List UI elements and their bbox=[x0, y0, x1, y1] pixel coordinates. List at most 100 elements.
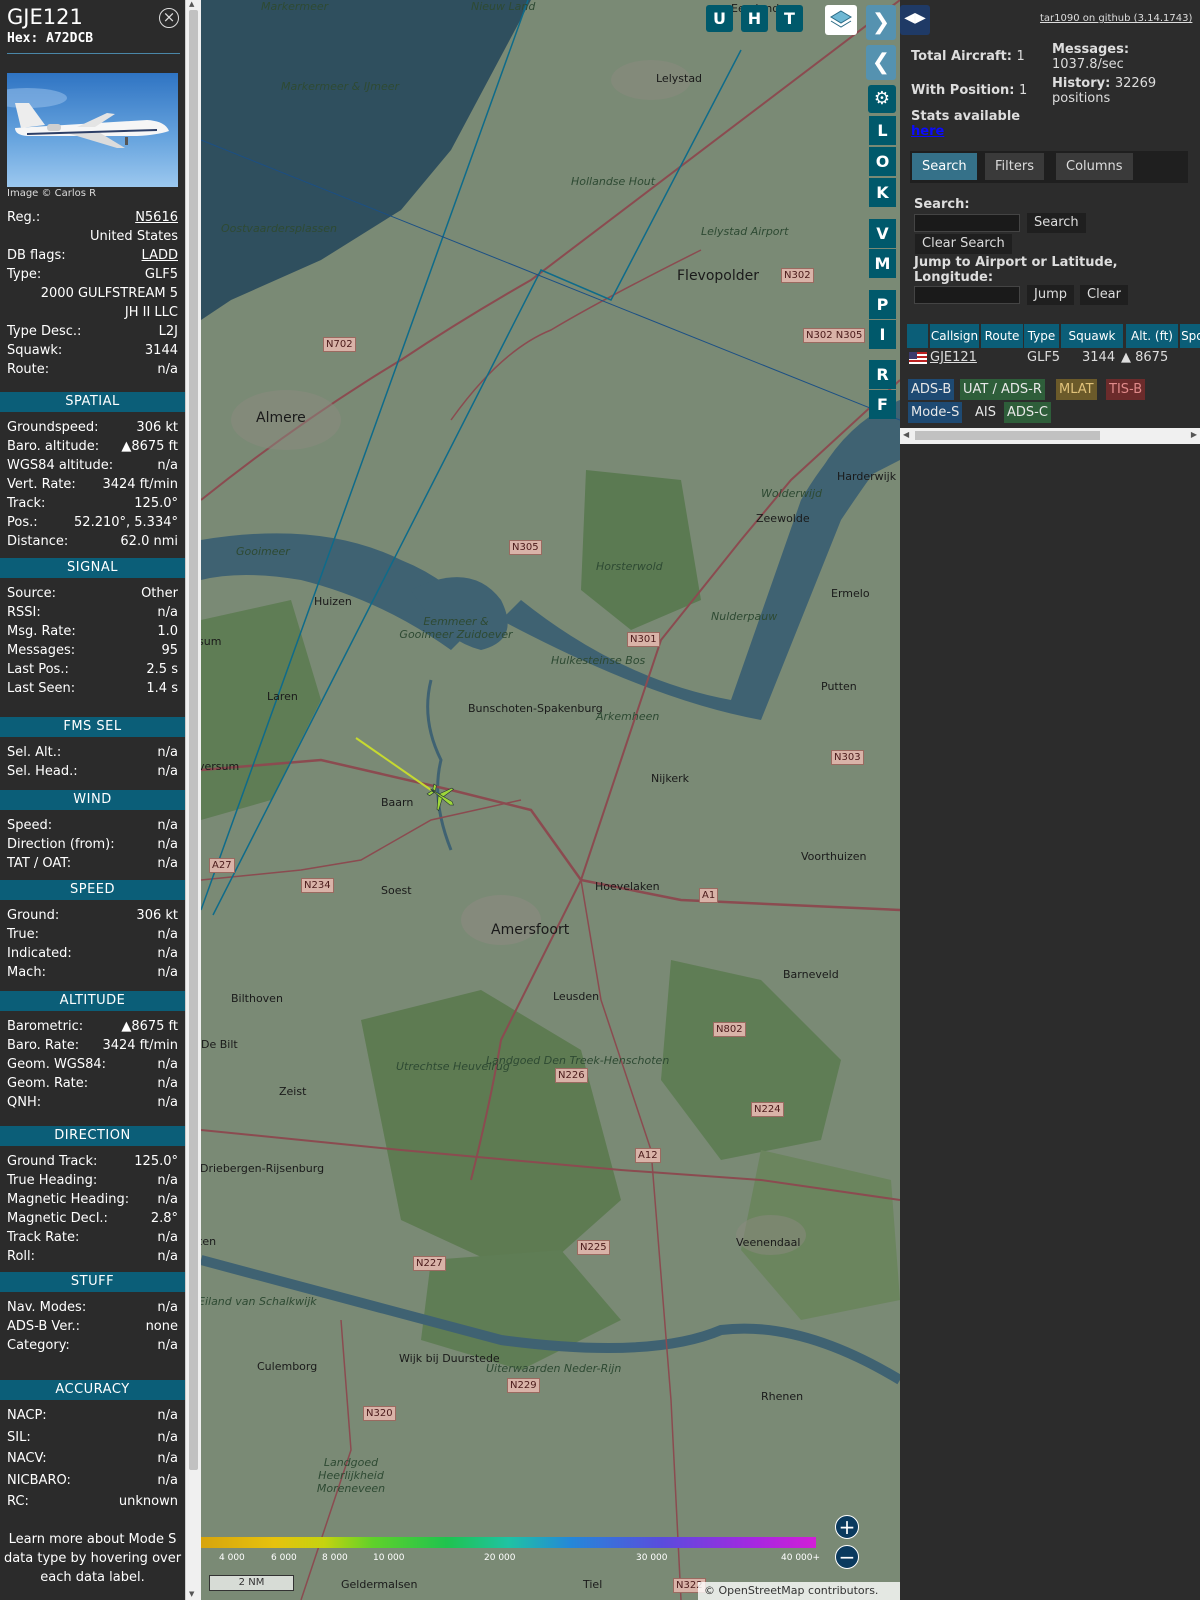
map-button-f[interactable]: F bbox=[869, 390, 896, 419]
table-header-callsign[interactable]: Callsign bbox=[930, 324, 979, 348]
info-row-label: Groundspeed: bbox=[7, 420, 99, 435]
map-road-label: N227 bbox=[413, 1256, 446, 1271]
info-row: NACV: n/a bbox=[7, 1449, 178, 1468]
map-place-label: Zeewolde bbox=[756, 512, 810, 525]
scale-bar: 2 NM bbox=[209, 1575, 294, 1591]
map-button-m[interactable]: M bbox=[869, 249, 896, 278]
info-row-label: Geom. WGS84: bbox=[7, 1057, 107, 1072]
source-badge-ais[interactable]: AIS bbox=[972, 402, 999, 423]
info-row-value: 3424 ft/min bbox=[102, 1038, 178, 1053]
layers-icon[interactable] bbox=[825, 5, 857, 35]
section-header-fms-sel[interactable]: FMS SEL bbox=[0, 717, 185, 737]
section-header-spatial[interactable]: SPATIAL bbox=[0, 392, 185, 412]
section-header-signal[interactable]: SIGNAL bbox=[0, 558, 185, 578]
map-place-label: Baarn bbox=[381, 796, 414, 809]
zoom-out-button[interactable]: − bbox=[835, 1545, 859, 1569]
info-row-label: Geom. Rate: bbox=[7, 1076, 89, 1091]
source-badge-uat-ads-r[interactable]: UAT / ADS-R bbox=[960, 379, 1045, 400]
map-road-label: N301 bbox=[627, 632, 660, 647]
collapse-left-icon[interactable]: ❮ bbox=[866, 45, 896, 80]
scrollbar-thumb[interactable] bbox=[189, 10, 198, 1470]
search-button[interactable]: Search bbox=[1027, 213, 1086, 233]
jump-input[interactable] bbox=[914, 286, 1020, 304]
table-header-type[interactable]: Type bbox=[1024, 324, 1059, 348]
aircraft-photo[interactable] bbox=[7, 73, 178, 187]
map-place-label: Almere bbox=[256, 410, 306, 426]
info-row-label: Messages: bbox=[7, 643, 76, 658]
info-row-value: United States bbox=[89, 229, 178, 244]
version-link[interactable]: tar1090 on github (3.14.1743) bbox=[1040, 13, 1192, 24]
map-road-label: A1 bbox=[699, 888, 719, 903]
map-view[interactable]: Markermeer & IJmeer Lelystad Almere Flevopo… bbox=[201, 0, 900, 1600]
map-button-u[interactable]: U bbox=[706, 5, 733, 32]
close-icon[interactable]: × bbox=[159, 8, 179, 28]
expand-right-icon[interactable]: ❯ bbox=[866, 5, 896, 40]
search-input[interactable] bbox=[914, 214, 1020, 232]
map-place-label: Huizen bbox=[314, 595, 352, 608]
source-badge-mode-s[interactable]: Mode-S bbox=[908, 402, 963, 423]
scroll-up-icon[interactable]: ▲ bbox=[189, 0, 194, 8]
info-row-label: Indicated: bbox=[7, 946, 72, 961]
info-row: Roll: n/a bbox=[7, 1247, 178, 1266]
scroll-down-icon[interactable]: ▼ bbox=[189, 1590, 194, 1598]
source-badge-mlat[interactable]: MLAT bbox=[1056, 379, 1097, 400]
stats-here-link[interactable]: here bbox=[911, 124, 944, 139]
settings-gear-icon[interactable]: ⚙ bbox=[868, 85, 896, 113]
map-button-k[interactable]: K bbox=[869, 178, 896, 207]
hscroll-thumb[interactable] bbox=[915, 431, 1100, 440]
image-credit[interactable]: Image © Carlos R bbox=[7, 188, 96, 199]
aircraft-marker-icon[interactable] bbox=[425, 782, 459, 812]
table-hscroll[interactable]: ◀ ▶ bbox=[900, 428, 1200, 444]
section-header-accuracy[interactable]: ACCURACY bbox=[0, 1380, 185, 1400]
map-button-l[interactable]: L bbox=[869, 116, 896, 145]
clear-jump-button[interactable]: Clear bbox=[1080, 285, 1128, 305]
info-row-value: JH II LLC bbox=[124, 305, 178, 320]
cell-type: GLF5 bbox=[1027, 350, 1061, 365]
section-header-direction[interactable]: DIRECTION bbox=[0, 1126, 185, 1146]
table-row[interactable]: GJE121 GLF5 3144 ▲ 8675 bbox=[907, 348, 1200, 368]
tab-filters[interactable]: Filters bbox=[985, 153, 1044, 180]
tab-search[interactable]: Search bbox=[912, 153, 977, 180]
table-header-spd[interactable]: Spd bbox=[1180, 324, 1200, 348]
info-row: Speed: n/a bbox=[7, 816, 178, 835]
left-panel-scrollbar[interactable]: ▲ ▼ bbox=[185, 0, 201, 1600]
info-row-value: Other bbox=[141, 586, 178, 601]
map-button-p[interactable]: P bbox=[869, 290, 896, 319]
info-row-value[interactable]: LADD bbox=[142, 246, 178, 265]
info-row: Pos.: 52.210°, 5.334° bbox=[7, 513, 178, 532]
section-header-wind[interactable]: WIND bbox=[0, 790, 185, 810]
source-badge-tis-b[interactable]: TIS-B bbox=[1106, 379, 1146, 400]
clear-search-button[interactable]: Clear Search bbox=[915, 234, 1012, 254]
info-row-value[interactable]: N5616 bbox=[135, 208, 178, 227]
map-button-v[interactable]: V bbox=[869, 219, 896, 248]
map-place-label: Zeist bbox=[279, 1085, 307, 1098]
section-header-stuff[interactable]: STUFF bbox=[0, 1272, 185, 1292]
map-button-i[interactable]: I bbox=[869, 320, 896, 349]
info-row-value: n/a bbox=[157, 1076, 178, 1091]
scroll-right-icon[interactable]: ▶ bbox=[1191, 430, 1197, 439]
map-road-label: N225 bbox=[577, 1240, 610, 1255]
section-header-altitude[interactable]: ALTITUDE bbox=[0, 991, 185, 1011]
map-button-t[interactable]: T bbox=[776, 5, 803, 32]
attribution-link[interactable]: OpenStreetMap bbox=[719, 1584, 805, 1597]
cell-callsign[interactable]: GJE121 bbox=[930, 348, 977, 368]
search-label: Search: bbox=[914, 197, 970, 212]
source-badge-ads-b[interactable]: ADS-B bbox=[908, 379, 955, 400]
table-header-squawk[interactable]: Squawk bbox=[1061, 324, 1123, 348]
table-header-alt-ft[interactable]: Alt. (ft) bbox=[1126, 324, 1178, 348]
map-button-r[interactable]: R bbox=[869, 360, 896, 389]
aircraft-info-panel: GJE121 Hex: A72DCB × Image © Carlos R Re… bbox=[0, 0, 185, 1600]
table-header-route[interactable]: Route bbox=[981, 324, 1023, 348]
info-row-value: n/a bbox=[157, 1338, 178, 1353]
info-row: Ground: 306 kt bbox=[7, 906, 178, 925]
scroll-left-icon[interactable]: ◀ bbox=[903, 430, 909, 439]
jump-button[interactable]: Jump bbox=[1027, 285, 1074, 305]
toggle-panel-icon[interactable]: ◀▶ bbox=[900, 5, 930, 35]
map-button-o[interactable]: O bbox=[869, 147, 896, 176]
tab-columns[interactable]: Columns bbox=[1056, 153, 1133, 180]
zoom-in-button[interactable]: + bbox=[835, 1515, 859, 1539]
table-header-flag[interactable] bbox=[907, 324, 928, 348]
map-button-h[interactable]: H bbox=[741, 5, 768, 32]
section-header-speed[interactable]: SPEED bbox=[0, 880, 185, 900]
source-badge-ads-c[interactable]: ADS-C bbox=[1004, 402, 1051, 423]
